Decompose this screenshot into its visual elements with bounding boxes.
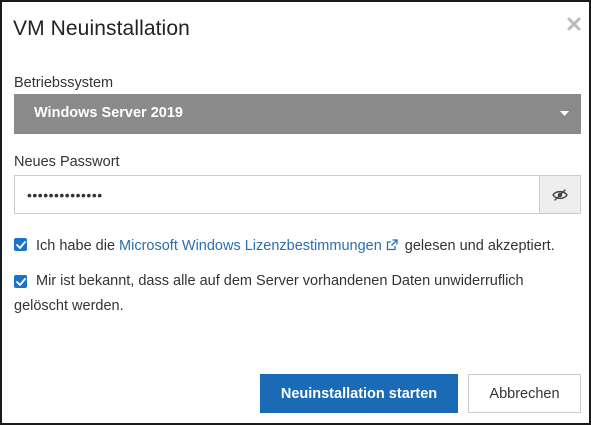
- license-check-label: Ich habe die Microsoft Windows Lizenzbes…: [36, 236, 555, 256]
- os-select-value: Windows Server 2019: [34, 105, 183, 121]
- license-checkbox[interactable]: [14, 238, 27, 251]
- dialog-title: VM Neuinstallation: [13, 17, 190, 40]
- cancel-button[interactable]: Abbrechen: [468, 374, 581, 413]
- checkmark-icon: [15, 277, 26, 286]
- license-text-prefix: Ich habe die: [36, 238, 120, 254]
- data-loss-checkbox[interactable]: [14, 275, 27, 288]
- eye-slash-icon: [552, 188, 568, 201]
- data-loss-text-line2: gelöscht werden.: [14, 298, 124, 314]
- data-loss-text-line1: Mir ist bekannt, dass alle auf dem Serve…: [36, 273, 524, 289]
- external-link-icon[interactable]: [386, 239, 398, 251]
- toggle-password-button[interactable]: [539, 175, 581, 214]
- password-input[interactable]: [14, 175, 539, 214]
- caret-down-icon: [560, 111, 569, 116]
- license-link[interactable]: Microsoft Windows Lizenzbestimmungen: [119, 238, 382, 254]
- start-reinstall-button[interactable]: Neuinstallation starten: [260, 374, 458, 413]
- password-label: Neues Passwort: [14, 154, 120, 170]
- data-loss-check-label: Mir ist bekannt, dass alle auf dem Serve…: [14, 269, 566, 319]
- checkmark-icon: [15, 240, 26, 249]
- close-icon: [567, 17, 581, 31]
- license-text-suffix: gelesen und akzeptiert.: [400, 238, 555, 254]
- close-button[interactable]: [564, 14, 584, 34]
- os-select[interactable]: Windows Server 2019: [14, 94, 581, 134]
- reinstall-dialog: VM Neuinstallation Betriebssystem Window…: [0, 0, 591, 425]
- os-label: Betriebssystem: [14, 75, 114, 91]
